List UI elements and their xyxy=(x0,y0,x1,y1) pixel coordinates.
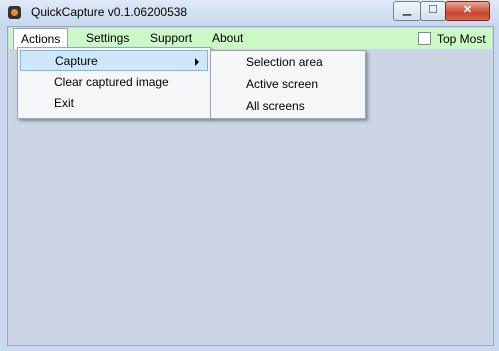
title-bar[interactable]: QuickCapture v0.1.06200538 ▁ ☐ ✕ xyxy=(0,0,499,26)
submenu-item-selection-area-label: Selection area xyxy=(246,55,323,69)
submenu-item-active-screen-label: Active screen xyxy=(246,77,319,91)
menu-item-capture[interactable]: Capture xyxy=(20,50,208,71)
app-window: QuickCapture v0.1.06200538 ▁ ☐ ✕ Actions… xyxy=(0,0,499,351)
menu-item-clear-captured-image[interactable]: Clear captured image xyxy=(20,72,208,93)
menu-item-clear-label: Clear captured image xyxy=(54,75,169,89)
menu-support[interactable]: Support xyxy=(143,28,199,49)
app-icon[interactable] xyxy=(8,6,21,19)
submenu-item-all-screens[interactable]: All screens xyxy=(213,96,363,117)
capture-submenu: Selection area Active screen All screens xyxy=(210,50,366,119)
top-most-label: Top Most xyxy=(437,32,486,46)
menu-item-exit[interactable]: Exit xyxy=(20,93,208,114)
menu-item-exit-label: Exit xyxy=(54,96,75,110)
close-button[interactable]: ✕ xyxy=(445,1,490,21)
top-most-checkbox[interactable] xyxy=(418,32,431,45)
menu-settings[interactable]: Settings xyxy=(79,28,136,49)
window-title: QuickCapture v0.1.06200538 xyxy=(31,5,188,19)
menu-bar: Actions Settings Support About Top Most xyxy=(9,28,492,50)
menu-item-capture-label: Capture xyxy=(55,54,98,68)
maximize-button[interactable]: ☐ xyxy=(420,1,446,21)
submenu-item-selection-area[interactable]: Selection area xyxy=(213,52,363,73)
submenu-item-active-screen[interactable]: Active screen xyxy=(213,74,363,95)
menu-about[interactable]: About xyxy=(205,28,250,49)
actions-dropdown: Capture Clear captured image Exit xyxy=(17,47,211,119)
top-most-toggle[interactable]: Top Most xyxy=(418,32,486,46)
minimize-button[interactable]: ▁ xyxy=(393,1,421,21)
submenu-item-all-screens-label: All screens xyxy=(246,99,305,113)
submenu-arrow-icon xyxy=(195,58,199,66)
